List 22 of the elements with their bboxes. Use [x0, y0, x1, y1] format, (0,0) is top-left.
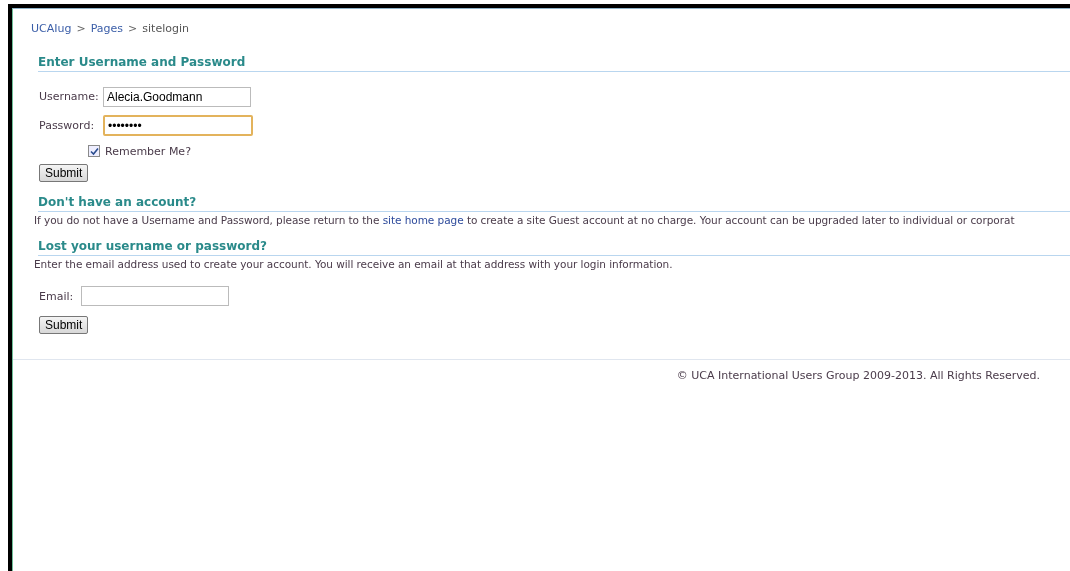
breadcrumb-current: sitelogin — [142, 22, 189, 35]
email-label: Email: — [39, 289, 75, 303]
checkbox[interactable] — [88, 145, 100, 157]
remember-label: Remember Me? — [105, 144, 191, 158]
breadcrumb-link[interactable]: Pages — [90, 22, 124, 35]
section-heading: Don't have an account? — [38, 195, 1070, 212]
submit-button[interactable]: Submit — [39, 316, 89, 334]
copyright-text: © UCA International Users Group 2009-2013. All Rights Reserved. — [676, 369, 1040, 382]
password-field[interactable]: •••••••• — [103, 115, 253, 136]
breadcrumb-separator: > — [76, 22, 86, 35]
paragraph: If you do not have a Username and Password, please return to the site home page to create a site Guest account at no charge. Your account can be upgraded later to individual or corporat — [34, 214, 1016, 226]
username-field[interactable]: Alecia.Goodmann — [103, 86, 251, 107]
paragraph: Enter the email address used to create your account. You will receive an email at that address with your login information. — [34, 258, 674, 270]
submit-button[interactable]: Submit — [39, 164, 89, 182]
username-label: Username: — [39, 90, 99, 103]
breadcrumb-link[interactable]: UCAIug — [31, 22, 72, 35]
breadcrumb-separator: > — [128, 22, 138, 35]
section-heading: Lost your username or password? — [38, 239, 1070, 256]
section-heading: Enter Username and Password — [38, 55, 1070, 72]
email-field[interactable] — [81, 286, 229, 306]
password-label: Password: — [39, 119, 96, 132]
site-home-link[interactable]: site home page — [382, 214, 464, 226]
